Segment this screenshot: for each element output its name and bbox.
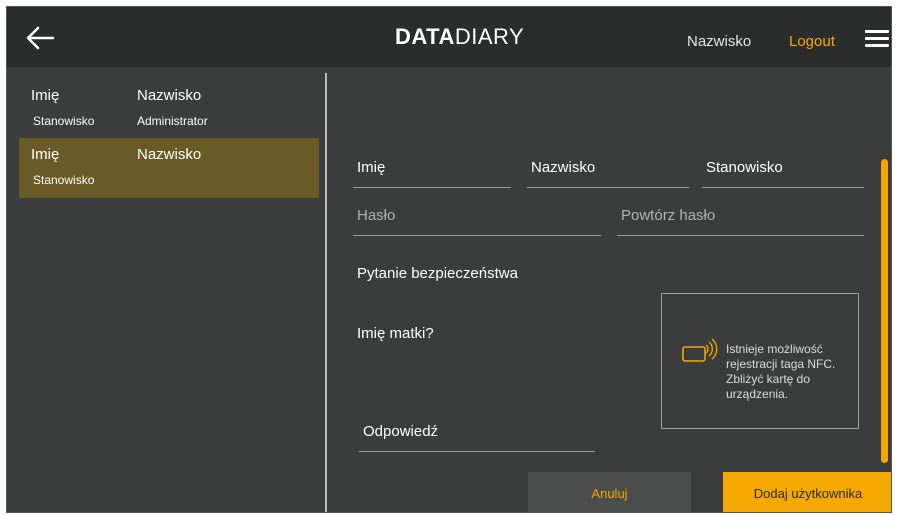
user-position: Stanowisko (33, 114, 95, 128)
user-position: Stanowisko (33, 173, 95, 187)
list-item-user-2-selected[interactable]: Imię Nazwisko Stanowisko (19, 138, 319, 198)
logout-link[interactable]: Logout (789, 33, 835, 50)
app-logo: DATADIARY (395, 24, 524, 50)
nfc-info-text: Istnieje możliwość rejestracji taga NFC.… (726, 342, 836, 401)
security-question-label: Pytanie bezpieczeństwa (357, 265, 518, 282)
repeat-password-placeholder: Powtórz hasło (621, 207, 716, 224)
logo-light-text: DIARY (454, 24, 525, 49)
repeat-password-field[interactable]: Powtórz hasło (617, 199, 864, 236)
top-bar: DATADIARY Nazwisko Logout (7, 7, 891, 67)
user-first-name: Imię (31, 146, 60, 163)
back-button[interactable] (25, 25, 55, 51)
list-item-user-1[interactable]: Imię Nazwisko Stanowisko Administrator (19, 79, 319, 139)
add-user-button[interactable]: Dodaj użytkownika (723, 472, 891, 512)
panel-divider (325, 73, 327, 512)
back-arrow-icon (26, 26, 55, 50)
logo-bold-text: DATA (395, 24, 455, 49)
position-label: Stanowisko (706, 159, 783, 176)
first-name-field[interactable]: Imię (353, 151, 511, 188)
cancel-button[interactable]: Anuluj (528, 472, 691, 512)
position-field[interactable]: Stanowisko (702, 151, 864, 188)
first-name-label: Imię (357, 159, 386, 176)
user-last-name: Nazwisko (137, 87, 202, 104)
user-first-name: Imię (31, 87, 60, 104)
app-window: DATADIARY Nazwisko Logout Imię Nazwisko … (6, 6, 892, 513)
answer-label: Odpowiedź (363, 423, 439, 440)
security-question-select[interactable]: Imię matki? (357, 325, 434, 342)
password-placeholder: Hasło (357, 207, 396, 224)
current-user-name: Nazwisko (687, 33, 752, 50)
password-field[interactable]: Hasło (353, 199, 601, 236)
last-name-label: Nazwisko (531, 159, 596, 176)
user-role: Administrator (137, 114, 208, 128)
hamburger-menu-icon[interactable] (865, 30, 889, 48)
last-name-field[interactable]: Nazwisko (527, 151, 689, 188)
nfc-info-box: Istnieje możliwość rejestracji taga NFC.… (661, 293, 859, 429)
form-scrollbar[interactable] (881, 159, 888, 463)
nfc-card-icon (682, 338, 718, 362)
answer-field[interactable]: Odpowiedź (359, 415, 595, 452)
user-last-name: Nazwisko (137, 146, 202, 163)
